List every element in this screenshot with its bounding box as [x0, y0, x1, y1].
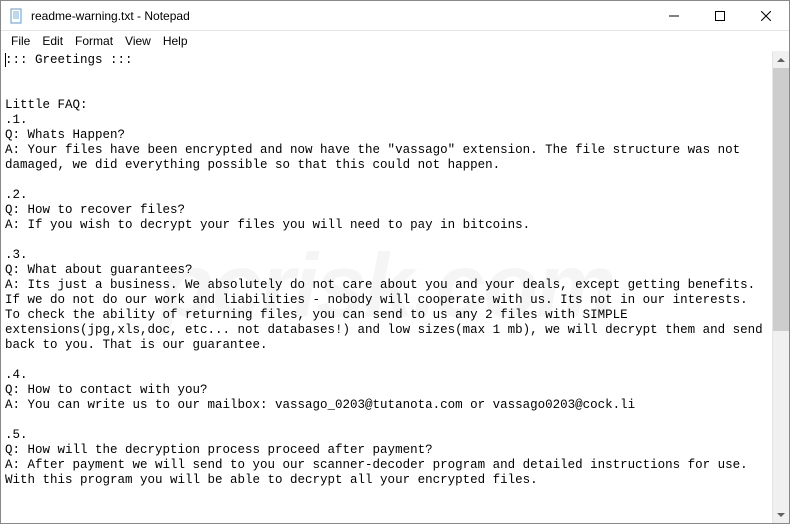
menu-view[interactable]: View — [119, 33, 157, 49]
scroll-up-button[interactable] — [773, 51, 789, 68]
minimize-button[interactable] — [651, 1, 697, 30]
window-title: readme-warning.txt - Notepad — [31, 9, 651, 23]
document-content: ::: Greetings ::: Little FAQ: .1. Q: Wha… — [5, 53, 770, 487]
scroll-track[interactable] — [773, 68, 789, 506]
close-button[interactable] — [743, 1, 789, 30]
menu-bar: File Edit Format View Help — [1, 31, 789, 51]
text-cursor — [5, 53, 6, 67]
menu-edit[interactable]: Edit — [36, 33, 69, 49]
menu-file[interactable]: File — [5, 33, 36, 49]
window-controls — [651, 1, 789, 30]
editor-wrap: ::: Greetings ::: Little FAQ: .1. Q: Wha… — [1, 51, 789, 523]
notepad-icon — [9, 8, 25, 24]
vertical-scrollbar[interactable] — [772, 51, 789, 523]
menu-help[interactable]: Help — [157, 33, 194, 49]
menu-format[interactable]: Format — [69, 33, 119, 49]
text-editor[interactable]: ::: Greetings ::: Little FAQ: .1. Q: Wha… — [1, 51, 772, 523]
window-titlebar: readme-warning.txt - Notepad — [1, 1, 789, 31]
maximize-button[interactable] — [697, 1, 743, 30]
scroll-down-button[interactable] — [773, 506, 789, 523]
scroll-thumb[interactable] — [773, 68, 789, 331]
